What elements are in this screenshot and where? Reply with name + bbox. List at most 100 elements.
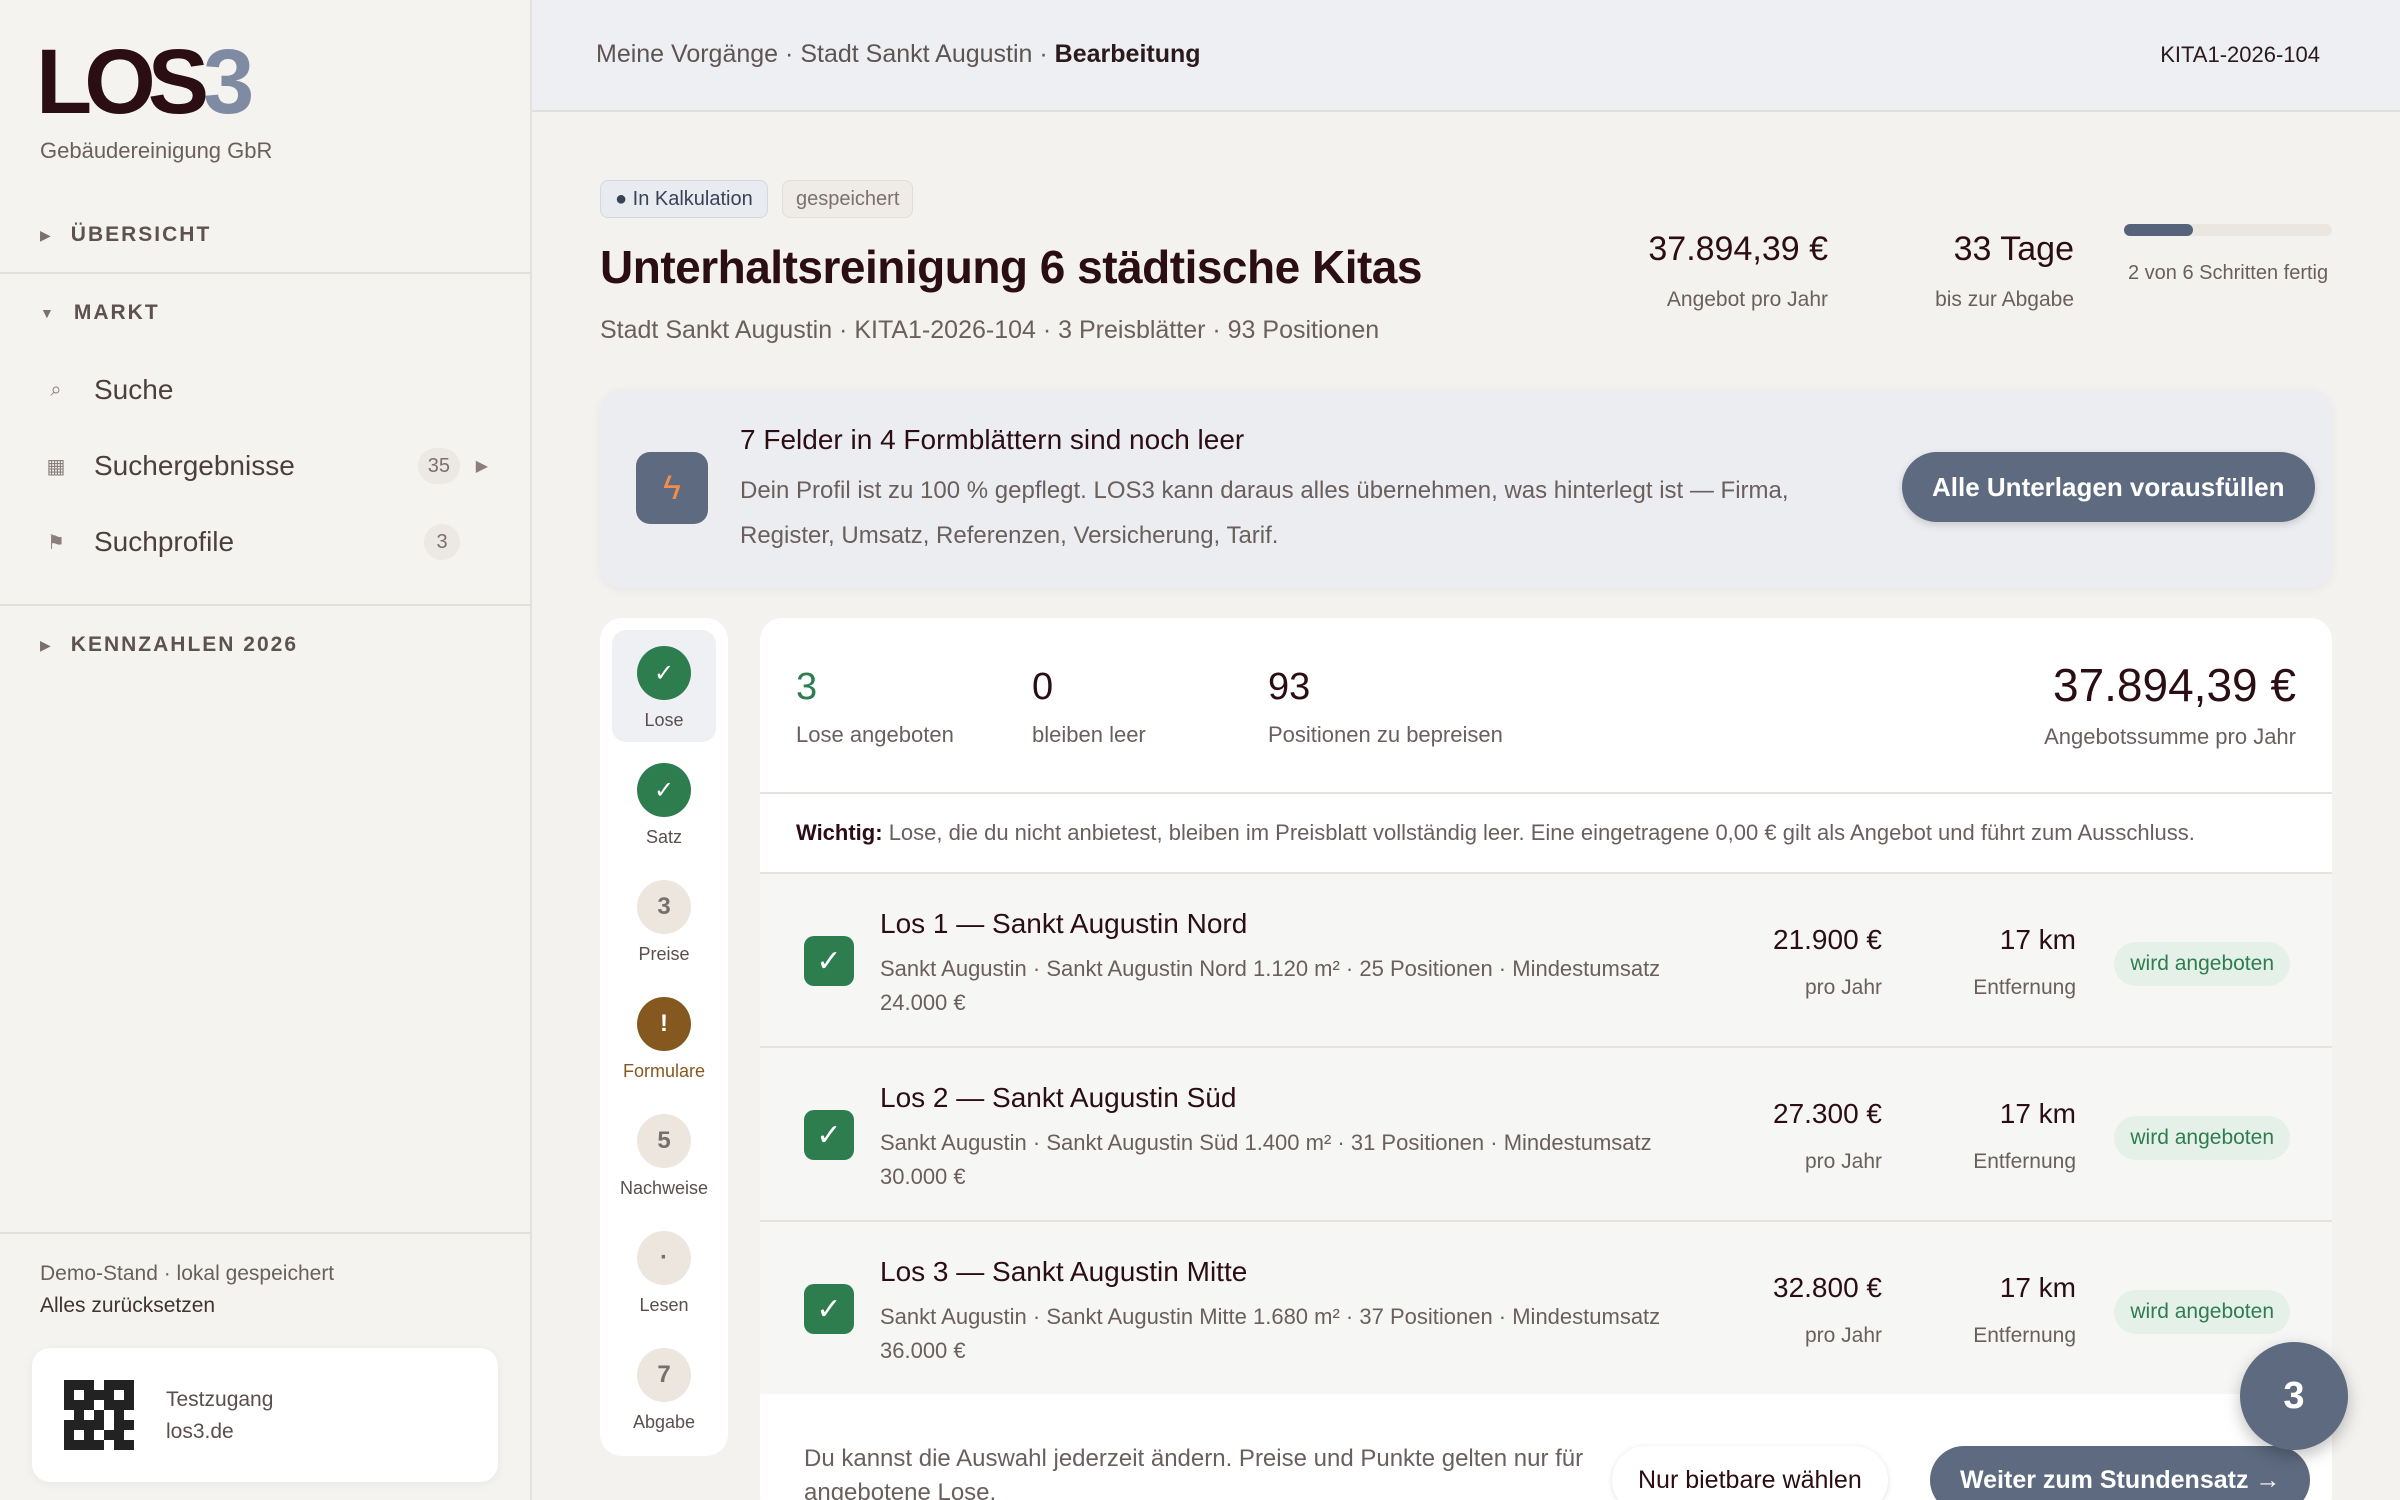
step-lose[interactable]: ✓ Lose [612, 630, 716, 742]
step-satz[interactable]: ✓ Satz [612, 747, 716, 859]
warning-icon: ! [637, 997, 691, 1051]
important-note: Wichtig: Lose, die du nicht anbietest, b… [796, 820, 2195, 846]
summary-positions-label: Positionen zu bepreisen [1268, 722, 1503, 747]
los-distance: 17 km [1999, 1272, 2076, 1303]
grid-icon: ▦ [46, 455, 66, 478]
floating-counter-button[interactable]: 3 [2240, 1342, 2348, 1450]
step-label: Formulare [622, 1061, 706, 1081]
step-number: 5 [637, 1114, 691, 1168]
status-badge: wird angeboten [2114, 942, 2290, 986]
nav-section-label: ÜBERSICHT [70, 223, 212, 246]
sidebar-item-label: Suchprofile [94, 526, 235, 557]
chevron-down-icon: ▼ [40, 305, 56, 321]
divider [0, 1232, 530, 1234]
lightning-icon: ϟ [636, 452, 708, 524]
los-price-label: pro Jahr [1804, 1324, 1882, 1347]
chevron-right-icon: ▶ [475, 458, 488, 475]
step-abgabe[interactable]: 7 Abgabe [612, 1332, 716, 1444]
check-icon: ✓ [637, 646, 691, 700]
checkbox-checked-icon[interactable]: ✓ [804, 1284, 854, 1334]
summary-empty-label: bleiben leer [1032, 722, 1146, 747]
kpi-days-value: 33 Tage [1953, 230, 2074, 268]
nav-section-uebersicht[interactable]: ▶ ÜBERSICHT [0, 200, 530, 270]
divider [0, 272, 530, 274]
step-preise[interactable]: 3 Preise [612, 864, 716, 976]
los-row[interactable]: ✓ Los 2 — Sankt Augustin Süd Sankt Augusti… [760, 1046, 2332, 1220]
los-distance-label: Entfernung [1973, 976, 2076, 999]
breadcrumb-item[interactable]: Stadt Sankt Augustin [800, 40, 1032, 68]
summary-positions-value: 93 [1268, 666, 1311, 708]
los-distance-label: Entfernung [1973, 1324, 2076, 1347]
step-lesen[interactable]: · Lesen [612, 1215, 716, 1327]
checkbox-checked-icon[interactable]: ✓ [804, 936, 854, 986]
chevron-right-icon: ▶ [40, 226, 53, 243]
select-biddable-button[interactable]: Nur bietbare wählen [1612, 1446, 1888, 1500]
los-title: Los 3 — Sankt Augustin Mitte [880, 1256, 1248, 1287]
sidebar-item-suche[interactable]: ⌕ Suche [40, 362, 500, 418]
qr-card: Testzugang los3.de [32, 1348, 498, 1482]
summary-total-label: Angebotssumme pro Jahr [2044, 724, 2296, 749]
status-badge: ● In Kalkulation [600, 180, 768, 218]
los-row[interactable]: ✓ Los 3 — Sankt Augustin Mitte Sankt Augus… [760, 1220, 2332, 1394]
status-badge: wird angeboten [2114, 1290, 2290, 1334]
summary-offered-label: Lose angeboten [796, 722, 954, 747]
step-label: Preise [638, 944, 690, 964]
prefill-alert: ϟ 7 Felder in 4 Formblättern sind noch l… [600, 390, 2332, 588]
los-price-label: pro Jahr [1804, 976, 1882, 999]
search-icon: ⌕ [50, 378, 62, 401]
summary-empty-value: 0 [1032, 666, 1054, 708]
reset-link[interactable]: Alles zurücksetzen [40, 1294, 215, 1318]
prefill-button[interactable]: Alle Unterlagen vorausfüllen [1902, 452, 2315, 522]
logo-text: LOS [36, 31, 209, 133]
nav-section-kennzahlen[interactable]: ▶ KENNZAHLEN 2026 [0, 610, 530, 680]
los-description: Sankt Augustin · Sankt Augustin Nord 1.1… [880, 956, 1661, 1015]
progress-bar [2124, 224, 2332, 236]
step-number: 7 [637, 1348, 691, 1402]
alert-title: 7 Felder in 4 Formblättern sind noch lee… [740, 424, 1245, 455]
progress-bar-fill [2124, 224, 2193, 236]
los-price: 32.800 € [1773, 1272, 1882, 1303]
los-row[interactable]: ✓ Los 1 — Sankt Augustin Nord Sankt August… [760, 872, 2332, 1046]
step-label: Lose [644, 710, 684, 730]
step-label: Nachweise [619, 1178, 709, 1198]
status-dot-icon: ● [615, 187, 633, 210]
check-icon: ✓ [637, 763, 691, 817]
step-formulare[interactable]: ! Formulare [612, 981, 716, 1093]
count-badge: 3 [424, 524, 460, 560]
los-distance: 17 km [1999, 924, 2076, 955]
logo-accent: 3 [203, 31, 255, 133]
step-label: Satz [645, 827, 683, 847]
qr-url: los3.de [166, 1420, 234, 1443]
sidebar: LOS3 Gebäudereinigung GbR ▶ ÜBERSICHT ▼ … [0, 0, 532, 1500]
note-text: Lose, die du nicht anbietest, bleiben im… [888, 820, 2195, 845]
count-badge: 35 [417, 448, 460, 484]
kpi-offer-value: 37.894,39 € [1648, 230, 1828, 268]
footer-hint: Du kannst die Auswahl jederzeit ändern. … [804, 1445, 1584, 1500]
flag-icon: ⚑ [47, 531, 65, 554]
status-badge-label: In Kalkulation [632, 187, 753, 210]
kpi-offer-label: Angebot pro Jahr [1666, 288, 1828, 311]
logo[interactable]: LOS3 [36, 36, 254, 128]
divider [760, 792, 2332, 794]
step-label: Abgabe [632, 1412, 696, 1432]
los-description: Sankt Augustin · Sankt Augustin Süd 1.40… [880, 1130, 1652, 1189]
step-number: 3 [637, 880, 691, 934]
sidebar-item-suchprofile[interactable]: ⚑ Suchprofile 3 [40, 514, 500, 570]
progress-label: 2 von 6 Schritten fertig [2128, 262, 2329, 284]
qr-code-icon [64, 1380, 134, 1450]
checkbox-checked-icon[interactable]: ✓ [804, 1110, 854, 1160]
nav-section-label: MARKT [73, 301, 160, 324]
breadcrumb-current: Bearbeitung [1054, 40, 1201, 68]
nav-section-markt[interactable]: ▼ MARKT [0, 278, 530, 348]
nav-section-label: KENNZAHLEN 2026 [70, 633, 298, 656]
los-distance: 17 km [1999, 1098, 2076, 1129]
company-name: Gebäudereinigung GbR [40, 138, 273, 163]
los-description: Sankt Augustin · Sankt Augustin Mitte 1.… [880, 1304, 1661, 1363]
continue-button[interactable]: Weiter zum Stundensatz → [1930, 1446, 2311, 1500]
step-nachweise[interactable]: 5 Nachweise [612, 1098, 716, 1210]
breadcrumb: Meine Vorgänge · Stadt Sankt Augustin · … [596, 40, 1201, 69]
los-title: Los 1 — Sankt Augustin Nord [880, 908, 1248, 939]
breadcrumb-separator: · [1039, 40, 1055, 68]
sidebar-item-suchergebnisse[interactable]: ▦ Suchergebnisse 35 ▶ [40, 438, 500, 494]
breadcrumb-item[interactable]: Meine Vorgänge [596, 40, 778, 68]
